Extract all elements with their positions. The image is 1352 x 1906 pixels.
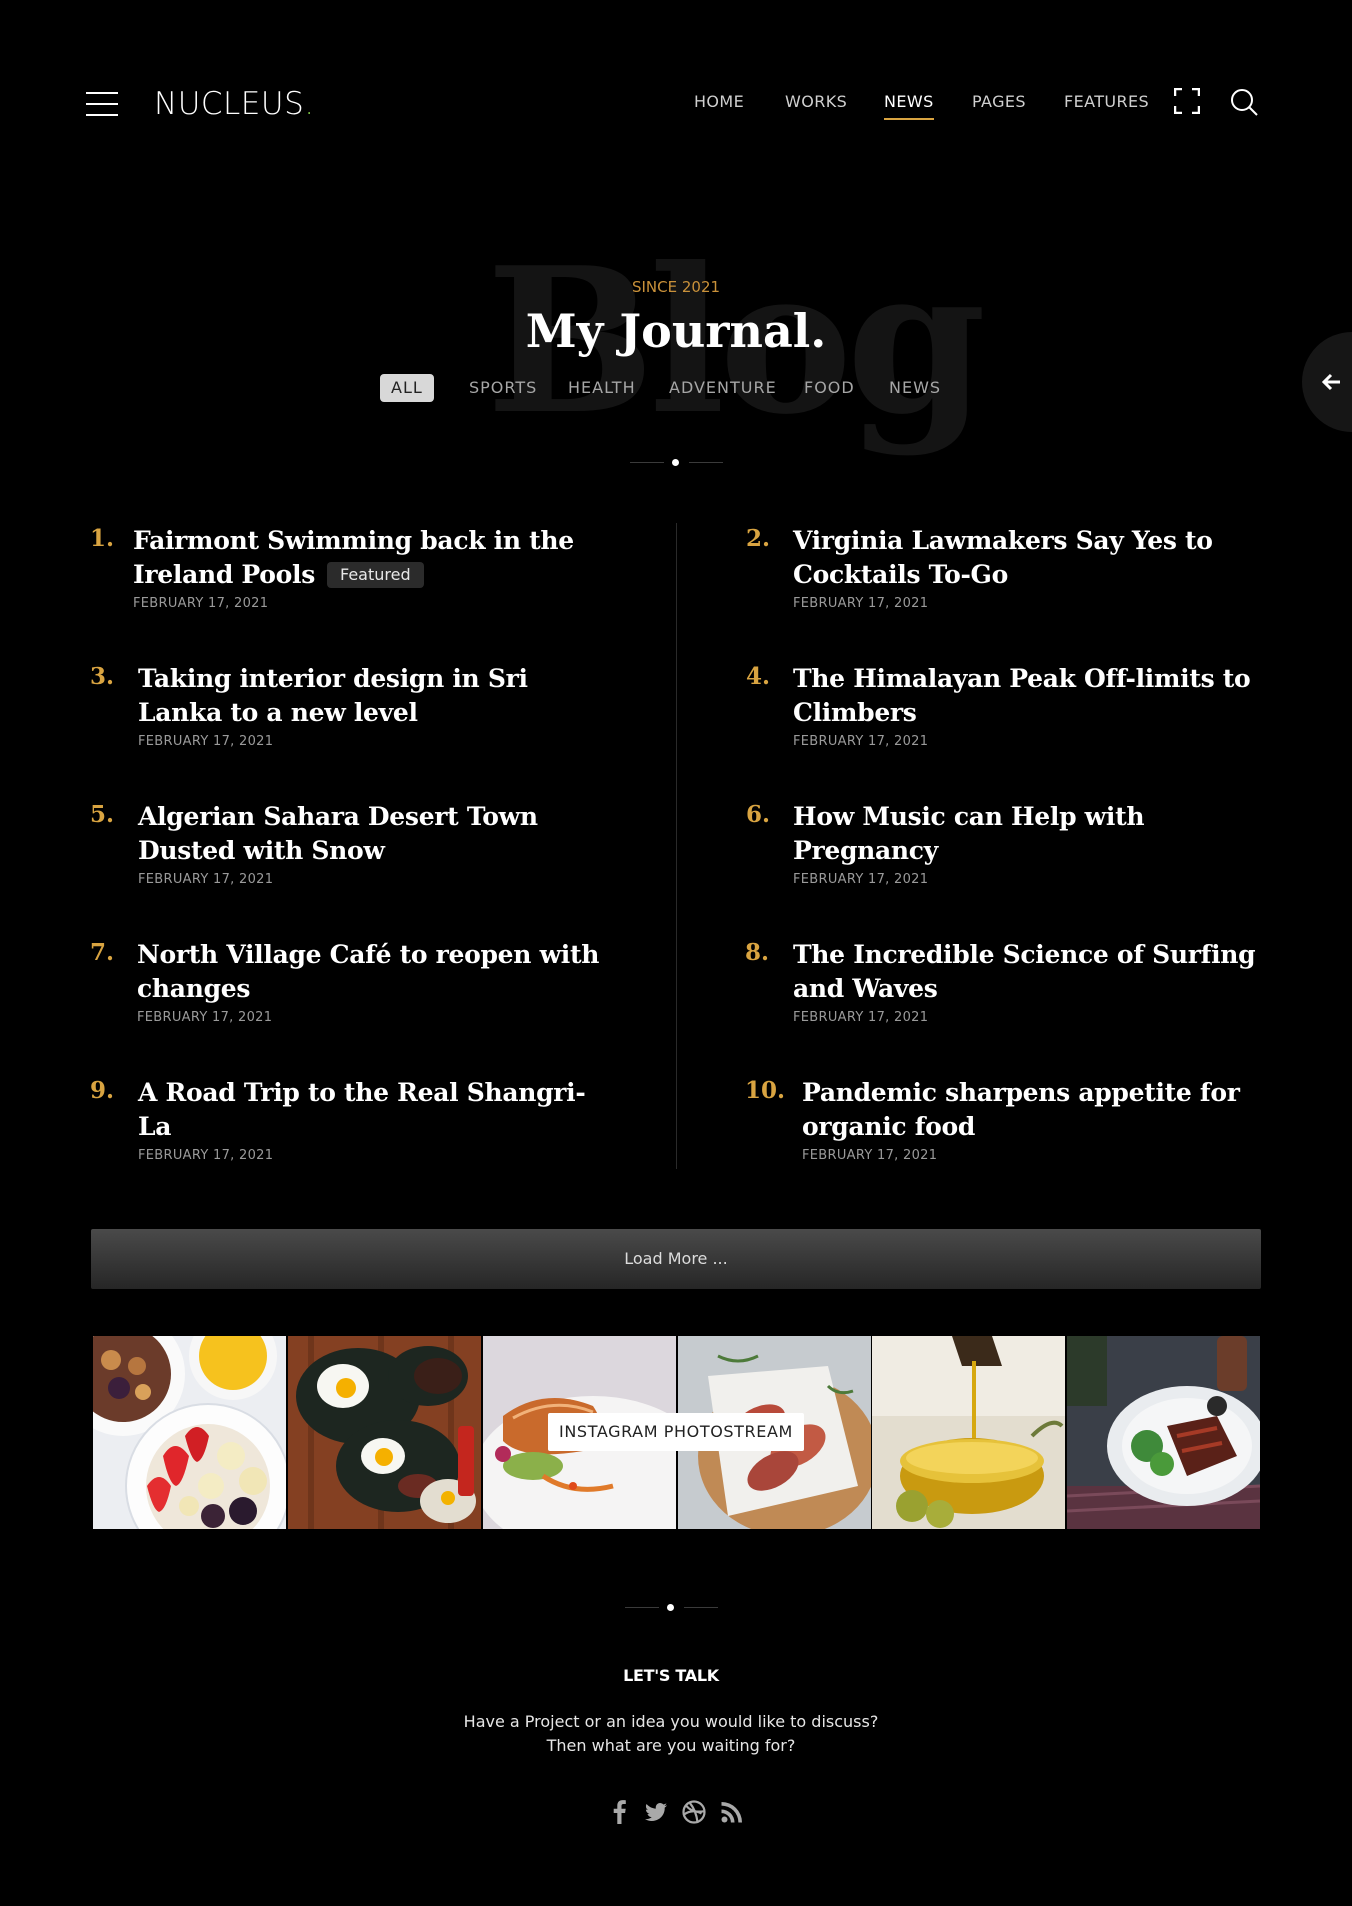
fullscreen-icon[interactable]: [1174, 88, 1200, 114]
post-number: 10.: [745, 1077, 786, 1104]
post-title[interactable]: Pandemic sharpens appetite for organic f…: [802, 1076, 1265, 1144]
section-divider: [0, 458, 1352, 468]
post-item[interactable]: 6. How Music can Help with Pregnancy FEB…: [746, 800, 1266, 887]
filter-sports[interactable]: SPORTS: [469, 374, 537, 402]
post-date: FEBRUARY 17, 2021: [138, 1148, 274, 1163]
post-date: FEBRUARY 17, 2021: [793, 1010, 929, 1025]
post-item[interactable]: 3. Taking interior design in Sri Lanka t…: [90, 662, 610, 749]
post-title[interactable]: North Village Café to reopen with change…: [137, 938, 610, 1006]
nav-works[interactable]: WORKS: [785, 92, 847, 111]
breakfast-bowl-photo[interactable]: [93, 1336, 286, 1529]
footer-line-1: Have a Project or an idea you would like…: [463, 1712, 879, 1731]
main-nav: HOME WORKS NEWS PAGES FEATURES: [0, 92, 1352, 120]
post-item[interactable]: 4. The Himalayan Peak Off-limits to Clim…: [746, 662, 1266, 749]
social-links: [0, 1798, 1342, 1826]
post-date: FEBRUARY 17, 2021: [793, 872, 929, 887]
nav-home[interactable]: HOME: [694, 92, 744, 111]
post-title[interactable]: Taking interior design in Sri Lanka to a…: [138, 662, 610, 730]
load-more-button[interactable]: Load More ...: [91, 1229, 1261, 1289]
twitter-icon[interactable]: [642, 1798, 670, 1826]
post-item[interactable]: 9. A Road Trip to the Real Shangri-La FE…: [90, 1076, 610, 1163]
filter-adventure[interactable]: ADVENTURE: [669, 374, 777, 402]
filter-food[interactable]: FOOD: [804, 374, 855, 402]
column-divider: [676, 523, 677, 1169]
post-date: FEBRUARY 17, 2021: [138, 872, 274, 887]
page-title: My Journal.: [525, 304, 827, 358]
featured-badge: Featured: [326, 562, 424, 588]
post-item[interactable]: 1. Fairmont Swimming back in the Ireland…: [90, 524, 610, 611]
filter-news[interactable]: NEWS: [889, 374, 941, 402]
post-number: 7.: [90, 939, 115, 966]
post-date: FEBRUARY 17, 2021: [802, 1148, 938, 1163]
post-number: 1.: [90, 525, 115, 552]
dribbble-icon[interactable]: [680, 1798, 708, 1826]
fried-eggs-platter-photo[interactable]: [288, 1336, 481, 1529]
post-date: FEBRUARY 17, 2021: [138, 734, 274, 749]
post-title[interactable]: A Road Trip to the Real Shangri-La: [138, 1076, 610, 1144]
olive-oil-photo[interactable]: [872, 1336, 1065, 1529]
post-title[interactable]: Algerian Sahara Desert Town Dusted with …: [138, 800, 610, 868]
nav-pages[interactable]: PAGES: [972, 92, 1026, 111]
post-item[interactable]: 10. Pandemic sharpens appetite for organ…: [745, 1076, 1265, 1163]
post-number: 5.: [90, 801, 115, 828]
instagram-photostream-label[interactable]: INSTAGRAM PHOTOSTREAM: [548, 1413, 804, 1451]
footer-divider: [0, 1603, 1352, 1613]
post-title[interactable]: Virginia Lawmakers Say Yes to Cocktails …: [793, 524, 1266, 592]
category-filters: ALL SPORTS HEALTH ADVENTURE FOOD NEWS: [0, 374, 1352, 404]
filter-health[interactable]: HEALTH: [568, 374, 636, 402]
post-title[interactable]: How Music can Help with Pregnancy: [793, 800, 1266, 868]
post-number: 8.: [745, 939, 770, 966]
post-number: 9.: [90, 1077, 115, 1104]
arrow-left-icon: [1322, 373, 1340, 391]
since-label: SINCE 2021: [631, 278, 721, 296]
lets-talk-heading: LET'S TALK: [623, 1666, 719, 1685]
steak-plate-photo[interactable]: [1067, 1336, 1260, 1529]
post-item[interactable]: 5. Algerian Sahara Desert Town Dusted wi…: [90, 800, 610, 887]
post-item[interactable]: 7. North Village Café to reopen with cha…: [90, 938, 610, 1025]
post-item[interactable]: 8. The Incredible Science of Surfing and…: [745, 938, 1265, 1025]
post-item[interactable]: 2. Virginia Lawmakers Say Yes to Cocktai…: [746, 524, 1266, 611]
rss-icon[interactable]: [718, 1798, 746, 1826]
facebook-icon[interactable]: [606, 1798, 634, 1826]
nav-features[interactable]: FEATURES: [1064, 92, 1149, 111]
nav-news[interactable]: NEWS: [884, 92, 934, 120]
post-number: 2.: [746, 525, 771, 552]
post-title[interactable]: The Incredible Science of Surfing and Wa…: [793, 938, 1265, 1006]
post-number: 4.: [746, 663, 771, 690]
footer-line-2: Then what are you waiting for?: [546, 1736, 796, 1755]
post-date: FEBRUARY 17, 2021: [793, 596, 929, 611]
post-date: FEBRUARY 17, 2021: [793, 734, 929, 749]
post-number: 6.: [746, 801, 771, 828]
post-date: FEBRUARY 17, 2021: [137, 1010, 273, 1025]
post-title[interactable]: The Himalayan Peak Off-limits to Climber…: [793, 662, 1266, 730]
search-icon[interactable]: [1230, 88, 1258, 116]
filter-all[interactable]: ALL: [380, 374, 434, 402]
post-date: FEBRUARY 17, 2021: [133, 596, 269, 611]
post-number: 3.: [90, 663, 115, 690]
